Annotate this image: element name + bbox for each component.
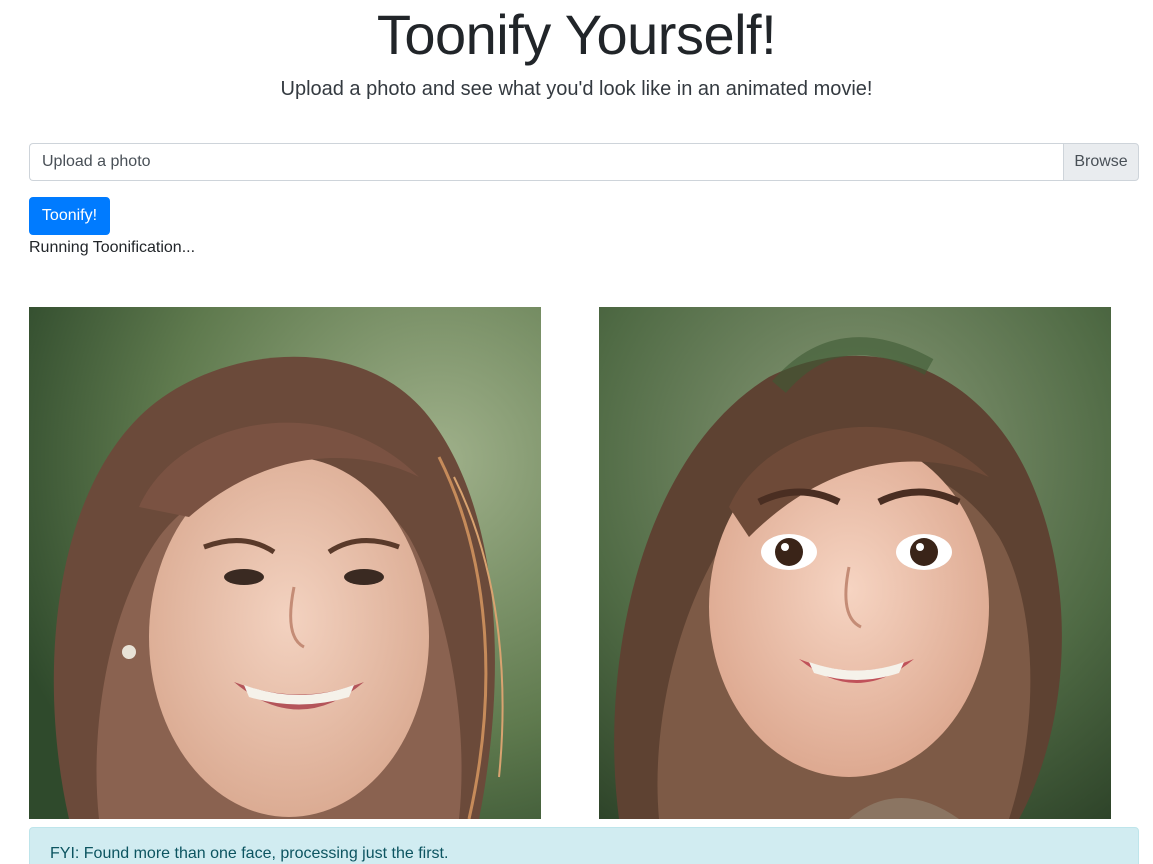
status-text: Running Toonification...: [29, 239, 196, 256]
info-alert: FYI: Found more than one face, processin…: [29, 827, 1139, 864]
browse-button[interactable]: Browse: [1063, 143, 1139, 181]
info-alert-message: FYI: Found more than one face, processin…: [50, 845, 449, 862]
page-title: Toonify Yourself!: [376, 3, 777, 66]
file-upload-input[interactable]: Upload a photo: [29, 143, 1063, 181]
page: Toonify Yourself! Upload a photo and see…: [0, 0, 1153, 864]
toonified-photo: [599, 307, 1111, 819]
file-upload-group[interactable]: Upload a photo Browse: [29, 143, 1139, 181]
toonify-button[interactable]: Toonify!: [29, 197, 110, 235]
original-photo: [29, 307, 541, 819]
page-subtitle: Upload a photo and see what you'd look l…: [280, 78, 873, 100]
